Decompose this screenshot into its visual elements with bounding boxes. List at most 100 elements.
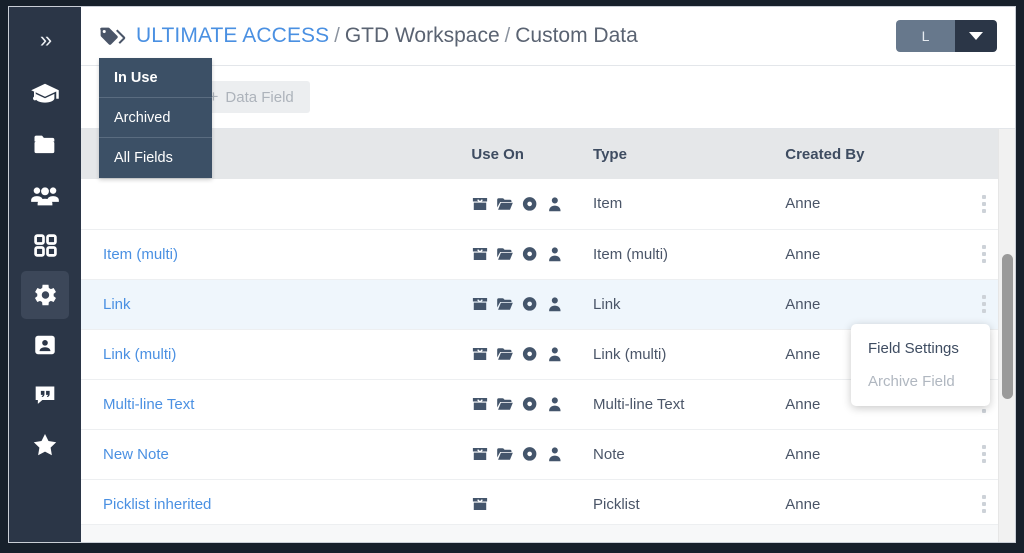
column-header-created-by[interactable]: Created By — [785, 129, 953, 179]
sidebar-item-contacts[interactable] — [21, 321, 69, 369]
cell-use-on — [455, 229, 594, 280]
box-icon — [471, 346, 489, 362]
field-name-link[interactable]: Link (multi) — [103, 346, 176, 363]
grid-apps-icon — [32, 232, 59, 259]
cell-field-name: Multi-line Text — [81, 379, 456, 430]
context-menu-item-field-settings[interactable]: Field Settings — [851, 332, 990, 365]
use-on-icon-group — [471, 396, 593, 412]
cell-field-name — [81, 179, 456, 230]
filter-menu-item-in-use[interactable]: In Use — [99, 58, 212, 98]
box-icon — [471, 196, 489, 212]
person-icon — [546, 446, 564, 462]
toolbar: In Use + Data Field — [81, 66, 1015, 128]
donut-icon — [521, 446, 539, 462]
cell-field-name: Link (multi) — [81, 329, 456, 380]
cell-field-name: Link — [81, 279, 456, 330]
open-folder-icon — [496, 296, 514, 312]
table-row[interactable]: Picklist inherited Picklist Anne — [81, 479, 1015, 530]
left-sidebar: » — [9, 7, 81, 542]
box-icon — [471, 396, 489, 412]
use-on-icon-group — [471, 446, 593, 462]
cell-created-by: Anne — [785, 179, 953, 230]
table-head: Use On Type Created By — [81, 129, 1015, 179]
use-on-icon-group — [471, 196, 593, 212]
table-row[interactable]: Item (multi) Item (multi) Anne — [81, 229, 1015, 280]
cell-use-on — [455, 279, 594, 330]
donut-icon — [521, 396, 539, 412]
field-name-link[interactable]: Item (multi) — [103, 246, 178, 263]
person-icon — [546, 246, 564, 262]
caret-down-icon — [969, 32, 983, 40]
donut-icon — [521, 196, 539, 212]
open-folder-icon — [496, 396, 514, 412]
sidebar-item-people[interactable] — [21, 171, 69, 219]
cell-created-by: Anne — [785, 429, 953, 480]
donut-icon — [521, 246, 539, 262]
filter-menu-item-all-fields[interactable]: All Fields — [99, 138, 212, 178]
use-on-icon-group — [471, 496, 593, 512]
vertical-scrollbar-thumb[interactable] — [1002, 254, 1013, 399]
person-icon — [546, 296, 564, 312]
use-on-icon-group — [471, 246, 593, 262]
user-menu-caret[interactable] — [955, 20, 997, 52]
open-folder-icon — [496, 196, 514, 212]
breadcrumb-root[interactable]: ULTIMATE ACCESS — [136, 24, 329, 48]
add-data-field-label: Data Field — [225, 88, 294, 106]
sidebar-item-files[interactable] — [21, 121, 69, 169]
cell-created-by: Anne — [785, 279, 953, 330]
field-name-link[interactable]: Multi-line Text — [103, 396, 194, 413]
sidebar-item-expand-toggle[interactable]: » — [21, 17, 69, 63]
cell-field-name: New Note — [81, 429, 456, 480]
user-initial-label[interactable]: L — [896, 20, 955, 52]
top-bar: ULTIMATE ACCESS / GTD Workspace / Custom… — [81, 7, 1015, 66]
person-icon — [546, 346, 564, 362]
person-icon — [546, 396, 564, 412]
box-icon — [471, 296, 489, 312]
context-menu-item-archive-field: Archive Field — [868, 373, 955, 390]
vertical-scrollbar[interactable] — [998, 129, 1015, 542]
open-folder-icon — [496, 446, 514, 462]
sidebar-item-learning[interactable] — [21, 71, 69, 119]
table-row[interactable]: Item Anne — [81, 179, 1015, 230]
table-row[interactable]: Link Link Anne — [81, 279, 1015, 330]
filter-menu-item-archived[interactable]: Archived — [99, 98, 212, 138]
person-icon — [546, 196, 564, 212]
breadcrumb-item-workspace[interactable]: GTD Workspace — [345, 24, 500, 48]
cell-type: Note — [593, 429, 786, 480]
cell-use-on — [455, 379, 594, 430]
column-header-type[interactable]: Type — [593, 129, 786, 179]
application-window: » ULTIMATE ACCESS / GTD Workspace / Cust… — [8, 6, 1016, 543]
sidebar-item-settings[interactable] — [21, 271, 69, 319]
cell-created-by: Anne — [785, 229, 953, 280]
cell-use-on — [455, 429, 594, 480]
box-icon — [471, 496, 489, 512]
sidebar-item-favorites[interactable] — [21, 421, 69, 469]
open-folder-icon — [496, 346, 514, 362]
box-icon — [471, 246, 489, 262]
user-menu-button[interactable]: L — [896, 20, 997, 52]
column-header-use-on[interactable]: Use On — [455, 129, 594, 179]
users-group-icon — [30, 180, 60, 210]
breadcrumb-item-current: Custom Data — [515, 24, 638, 47]
breadcrumb-separator-1: / — [334, 24, 340, 47]
cell-field-name: Item (multi) — [81, 229, 456, 280]
field-name-link[interactable]: Picklist inherited — [103, 496, 211, 513]
table-row[interactable]: New Note Note Anne — [81, 429, 1015, 480]
main-content: ULTIMATE ACCESS / GTD Workspace / Custom… — [81, 7, 1015, 542]
breadcrumb: ULTIMATE ACCESS / GTD Workspace / Custom… — [99, 24, 638, 48]
field-name-link[interactable]: Link — [103, 296, 131, 313]
cell-type: Link — [593, 279, 786, 330]
quote-bubble-icon — [32, 382, 58, 408]
box-icon — [471, 446, 489, 462]
sidebar-item-notes[interactable] — [21, 371, 69, 419]
sidebar-item-apps[interactable] — [21, 221, 69, 269]
cell-created-by: Anne — [785, 479, 953, 530]
cell-type: Link (multi) — [593, 329, 786, 380]
field-name-link[interactable]: New Note — [103, 446, 169, 463]
cell-use-on — [455, 179, 594, 230]
star-icon — [31, 431, 59, 459]
table-footer-strip — [81, 524, 1015, 542]
cell-type: Multi-line Text — [593, 379, 786, 430]
cell-use-on — [455, 479, 594, 530]
data-fields-table-container: Use On Type Created By Item Anne Item (mul… — [81, 128, 1015, 542]
